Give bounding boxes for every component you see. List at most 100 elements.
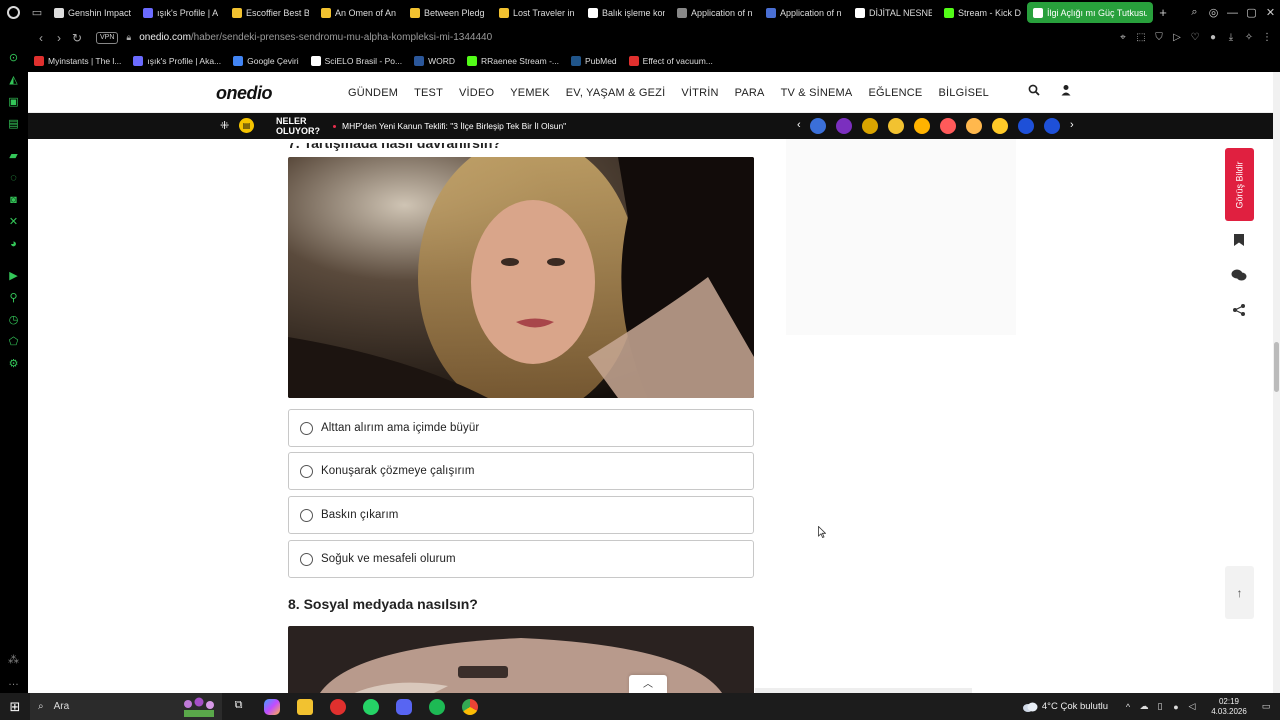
comments-icon[interactable] — [1230, 268, 1248, 286]
whatsapp-icon[interactable] — [354, 693, 387, 720]
vpn-badge[interactable]: VPN — [96, 31, 119, 44]
discord-icon[interactable]: ◕ — [7, 238, 20, 251]
spotify-icon[interactable] — [420, 693, 453, 720]
browser-tab[interactable]: Stream - Kick D — [938, 2, 1027, 23]
onedrive-icon[interactable]: ☁ — [1136, 701, 1152, 712]
weather-widget[interactable]: 4°C Çok bulutlu — [1022, 701, 1108, 713]
discord-icon[interactable] — [387, 693, 420, 720]
share-icon[interactable] — [1230, 303, 1248, 321]
bookmark-item[interactable]: RRaenee Stream -... — [467, 56, 559, 66]
ticker-prev-icon[interactable]: ‹ — [797, 119, 801, 131]
story-avatar[interactable] — [940, 118, 956, 134]
pin-icon[interactable]: ⌖ — [1114, 32, 1132, 43]
bookmark-item[interactable]: SciELO Brasil - Po... — [310, 56, 402, 66]
menu-icon[interactable]: ⋮ — [1258, 32, 1276, 43]
ticker-headline[interactable]: MHP'den Yeni Kanun Teklifi: "3 İlçe Birl… — [342, 121, 566, 131]
radio-button[interactable] — [300, 508, 313, 522]
search-icon[interactable] — [1026, 84, 1042, 100]
snapshot-icon[interactable]: ◎ — [1204, 6, 1223, 19]
ai-icon[interactable]: ✧ — [1240, 32, 1258, 43]
browser-tab[interactable]: DİJİTAL NESNE — [849, 2, 938, 23]
extensions-icon[interactable]: ⬠ — [7, 336, 20, 349]
radio-button[interactable] — [300, 552, 313, 566]
grid-icon[interactable]: ⁜ — [220, 119, 229, 132]
minimize-button[interactable]: — — [1223, 7, 1242, 19]
browser-tab[interactable]: Escoffier Best B — [226, 2, 315, 23]
x-icon[interactable]: ✕ — [7, 216, 20, 229]
task-view-icon[interactable]: ⧉ — [222, 693, 255, 720]
story-avatar[interactable] — [836, 118, 852, 134]
story-avatar[interactable] — [810, 118, 826, 134]
story-avatar[interactable] — [862, 118, 878, 134]
notification-icon[interactable]: ▭ — [1258, 701, 1274, 712]
volume-icon[interactable]: ◁ — [1184, 701, 1200, 712]
answer-option[interactable]: Alttan alırım ama içimde büyür — [288, 409, 754, 447]
ticker-next-icon[interactable]: › — [1070, 119, 1074, 131]
tab-menu-icon[interactable]: ▭ — [26, 0, 48, 25]
gx-icon[interactable]: ⁂ — [7, 654, 20, 667]
reload-icon[interactable]: ↻ — [68, 31, 86, 45]
nav-item-tv-sinema[interactable]: TV & SİNEMA — [781, 87, 853, 99]
browser-tab[interactable]: An Omen of An — [315, 2, 404, 23]
sidebar-more-icon[interactable]: … — [7, 676, 20, 689]
music-icon[interactable]: ▤ — [7, 118, 20, 131]
nav-item-eglence[interactable]: EĞLENCE — [868, 87, 922, 99]
download-icon[interactable]: ⤓ — [1222, 32, 1240, 43]
shield-icon[interactable]: ⛉ — [1150, 32, 1168, 43]
browser-tab[interactable]: Lost Traveler in — [493, 2, 582, 23]
scrollbar-thumb[interactable] — [1274, 342, 1279, 392]
twitch-icon[interactable]: ▰ — [7, 150, 20, 163]
search-tabs-icon[interactable]: ⌕ — [1185, 6, 1204, 19]
file-explorer-icon[interactable] — [288, 693, 321, 720]
play-icon[interactable]: ▷ — [1168, 32, 1186, 43]
instagram-icon[interactable]: ◙ — [7, 194, 20, 207]
screenshot-icon[interactable]: ⬚ — [1132, 32, 1150, 43]
maximize-button[interactable]: ▢ — [1242, 6, 1261, 19]
page-scrollbar[interactable] — [1273, 72, 1280, 693]
browser-tab-active[interactable]: İlgi Açlığı mı Güç Tutkusu — [1027, 2, 1153, 23]
url-field[interactable]: onedio.com/haber/sendeki-prenses-sendrom… — [139, 32, 492, 43]
close-button[interactable]: ✕ — [1261, 6, 1280, 19]
settings-icon[interactable]: ⚙ — [7, 358, 20, 371]
back-icon[interactable]: ‹ — [32, 31, 50, 45]
site-logo[interactable]: onedio — [216, 83, 273, 104]
bookmark-item[interactable]: ışık's Profile | Aka... — [133, 56, 221, 66]
browser-tab[interactable]: Balık işleme kon — [582, 2, 671, 23]
battery-icon[interactable]: ▯ — [1152, 701, 1168, 712]
chrome-icon[interactable] — [453, 693, 486, 720]
heart-icon[interactable]: ♡ — [1186, 32, 1204, 43]
nav-item-ev-yasam-gezi[interactable]: EV, YAŞAM & GEZİ — [566, 87, 666, 99]
browser-tab[interactable]: ışık's Profile | A — [137, 2, 226, 23]
nav-item-gundem[interactable]: GÜNDEM — [348, 87, 398, 99]
nav-item-video[interactable]: VİDEO — [459, 87, 494, 99]
nav-item-para[interactable]: PARA — [735, 87, 765, 99]
profile-icon[interactable]: ● — [1204, 32, 1222, 43]
speed-dial-icon[interactable]: ⊙ — [7, 52, 20, 65]
story-avatar[interactable] — [888, 118, 904, 134]
answer-option[interactable]: Konuşarak çözmeye çalışırım — [288, 452, 754, 490]
nav-item-vitrin[interactable]: VİTRİN — [681, 87, 718, 99]
story-avatar[interactable] — [966, 118, 982, 134]
browser-tab[interactable]: Application of n — [760, 2, 849, 23]
whatsapp-icon[interactable]: ◌ — [7, 172, 20, 185]
scroll-to-top-button[interactable]: ↑ — [1225, 566, 1254, 619]
story-avatar[interactable] — [914, 118, 930, 134]
feedback-button[interactable]: Görüş Bildir — [1225, 148, 1254, 221]
clock[interactable]: 02:19 4.03.2026 — [1200, 697, 1258, 717]
bookmark-item[interactable]: PubMed — [570, 56, 617, 66]
nav-item-yemek[interactable]: YEMEK — [510, 87, 550, 99]
new-tab-button[interactable]: + — [1153, 5, 1173, 20]
lock-icon[interactable]: 🔒︎ — [126, 32, 131, 43]
opera-logo-icon[interactable] — [0, 0, 26, 25]
bookmark-item[interactable]: Effect of vacuum... — [628, 56, 713, 66]
copilot-icon[interactable] — [255, 693, 288, 720]
history-icon[interactable]: ◷ — [7, 314, 20, 327]
browser-tab[interactable]: Between Pledg — [404, 2, 493, 23]
story-avatar[interactable] — [992, 118, 1008, 134]
radio-button[interactable] — [300, 421, 313, 435]
taskbar-search[interactable]: ⌕ Ara — [30, 693, 222, 720]
answer-option[interactable]: Baskın çıkarım — [288, 496, 754, 534]
aria-icon[interactable]: ◭ — [7, 74, 20, 87]
nav-item-test[interactable]: TEST — [414, 87, 443, 99]
pinboard-icon[interactable]: ⚲ — [7, 292, 20, 305]
